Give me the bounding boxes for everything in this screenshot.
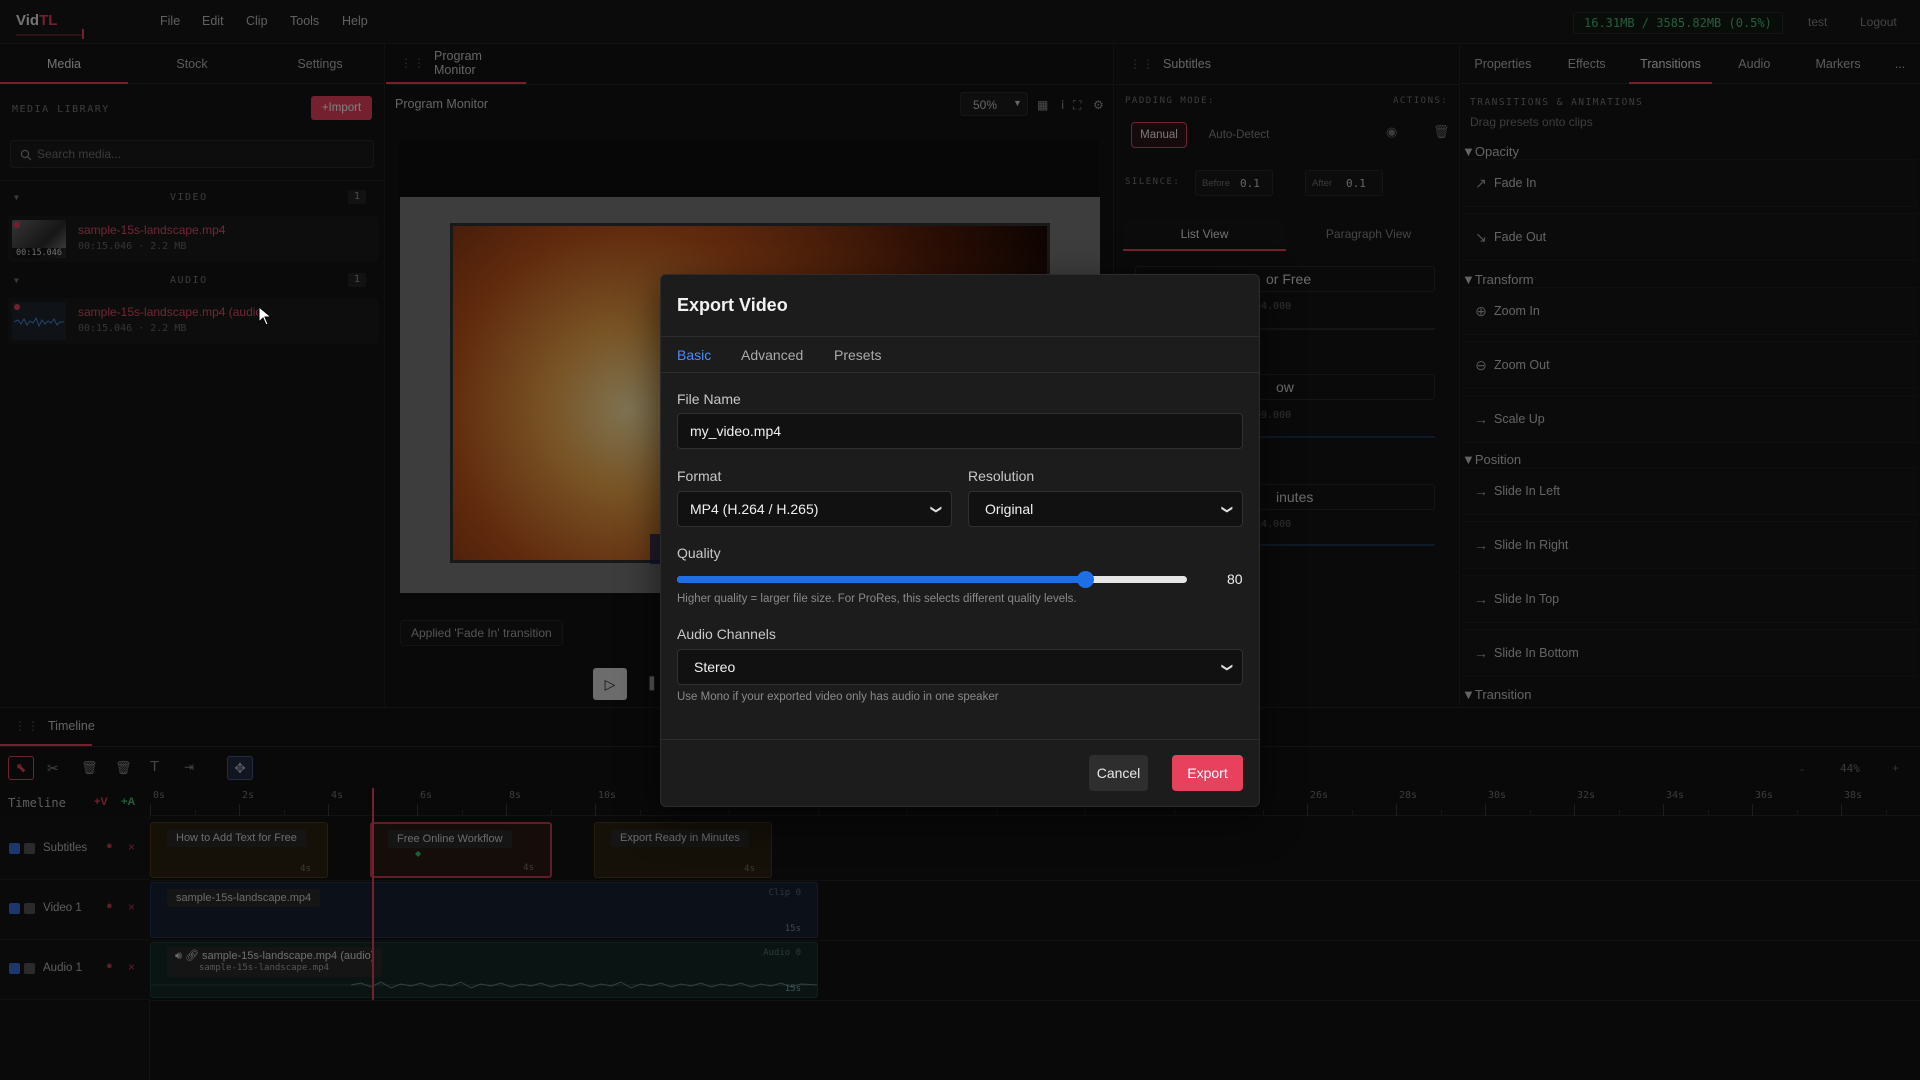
quality-slider-fill — [677, 576, 1085, 583]
audio-channels-value: Stereo — [694, 659, 736, 675]
resolution-value: Original — [985, 501, 1034, 517]
tab-advanced[interactable]: Advanced — [741, 347, 803, 363]
quality-hint: Higher quality = larger file size. For P… — [677, 593, 1077, 605]
cancel-button[interactable]: Cancel — [1089, 755, 1148, 791]
export-dialog: Export Video Basic Advanced Presets File… — [660, 274, 1260, 807]
format-select[interactable]: MP4 (H.264 / H.265) ❯ — [677, 491, 952, 527]
file-name-label: File Name — [677, 391, 741, 407]
resolution-select[interactable]: Original ❯ — [968, 491, 1243, 527]
app-window: VidTL File Edit Clip Tools Help 16.31MB … — [0, 0, 1920, 1080]
file-name-input[interactable]: my_video.mp4 — [677, 413, 1243, 449]
format-label: Format — [677, 468, 722, 484]
resolution-label: Resolution — [968, 468, 1035, 484]
audio-channels-label: Audio Channels — [677, 626, 776, 642]
tab-presets[interactable]: Presets — [834, 347, 881, 363]
chevron-down-icon: ❯ — [1220, 662, 1233, 672]
audio-hint: Use Mono if your exported video only has… — [677, 691, 999, 703]
format-value: MP4 (H.264 / H.265) — [690, 501, 819, 517]
quality-value: 80 — [1227, 571, 1243, 587]
quality-slider-thumb[interactable] — [1077, 571, 1094, 588]
chevron-down-icon: ❯ — [1220, 504, 1233, 514]
audio-channels-select[interactable]: Stereo ❯ — [677, 649, 1243, 685]
quality-slider[interactable] — [677, 571, 1187, 588]
dialog-title: Export Video — [677, 295, 788, 315]
tab-basic[interactable]: Basic — [677, 347, 711, 363]
quality-label: Quality — [677, 545, 721, 561]
export-button[interactable]: Export — [1172, 755, 1243, 791]
mouse-cursor-icon — [258, 306, 272, 326]
chevron-down-icon: ❯ — [929, 504, 942, 514]
